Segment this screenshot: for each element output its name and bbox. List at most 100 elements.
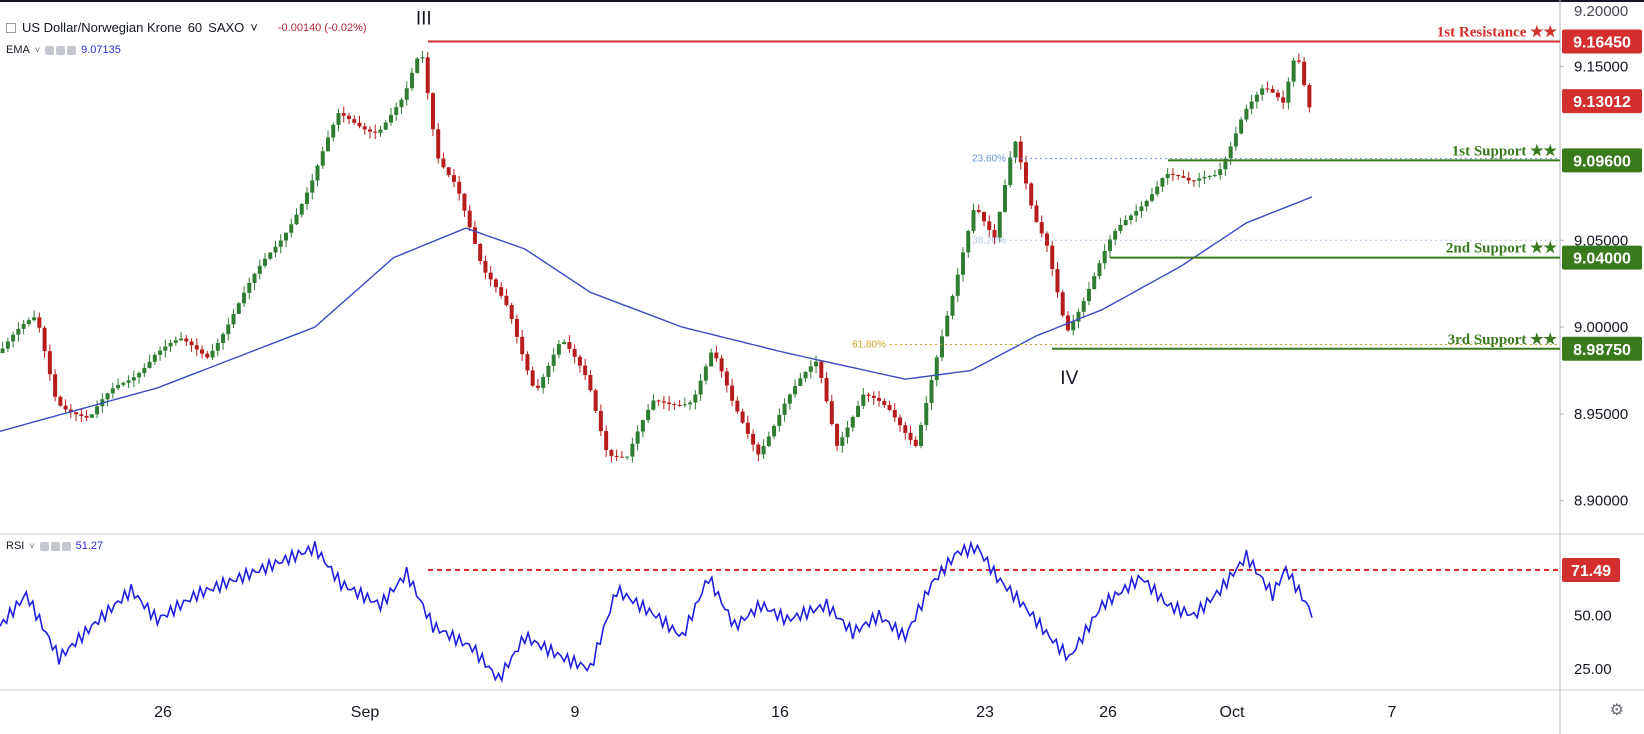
candle bbox=[247, 277, 252, 300]
candle-body bbox=[236, 303, 241, 314]
close-icon[interactable] bbox=[67, 45, 77, 55]
candle-body bbox=[430, 93, 435, 130]
candle bbox=[572, 344, 577, 364]
candle-body bbox=[1044, 233, 1049, 246]
candle-body bbox=[378, 129, 383, 133]
candle-body bbox=[284, 232, 289, 241]
candle-body bbox=[840, 437, 845, 446]
eye-icon[interactable] bbox=[45, 45, 55, 55]
candle-body bbox=[1228, 146, 1233, 159]
candle-body bbox=[856, 405, 861, 417]
candle-body bbox=[961, 252, 966, 275]
candle bbox=[761, 439, 766, 460]
candle bbox=[1270, 85, 1275, 93]
candle-body bbox=[179, 338, 184, 341]
candle-body bbox=[1286, 81, 1291, 103]
candle bbox=[1050, 241, 1055, 276]
candle-body bbox=[493, 279, 498, 288]
candle-body bbox=[1149, 194, 1154, 201]
candle-body bbox=[1170, 174, 1175, 176]
candle bbox=[919, 422, 924, 449]
candle bbox=[751, 429, 756, 452]
candle bbox=[782, 398, 787, 422]
candle-body bbox=[131, 377, 136, 381]
candle-body bbox=[11, 334, 16, 342]
candle-body bbox=[630, 443, 635, 457]
chevron-down-icon[interactable]: ˅ bbox=[29, 541, 34, 551]
candle bbox=[1191, 179, 1196, 187]
time-axis-label: 7 bbox=[1388, 704, 1397, 721]
rsi-label[interactable]: RSI bbox=[6, 540, 24, 552]
eye-icon[interactable] bbox=[39, 541, 49, 551]
collapse-icon[interactable] bbox=[6, 22, 16, 33]
candle-body bbox=[346, 115, 351, 120]
chevron-down-icon[interactable]: ˅ bbox=[35, 45, 40, 55]
ema-label[interactable]: EMA bbox=[6, 44, 30, 56]
settings-icon[interactable] bbox=[50, 541, 60, 551]
candle-body bbox=[619, 456, 624, 458]
time-axis-label: Oct bbox=[1220, 704, 1245, 721]
candle-body bbox=[226, 324, 231, 335]
candle bbox=[934, 354, 939, 387]
candle-body bbox=[362, 126, 367, 130]
candle bbox=[1018, 136, 1023, 170]
candle-body bbox=[404, 88, 409, 100]
time-axis-label: 9 bbox=[571, 704, 580, 721]
candle-body bbox=[74, 412, 79, 415]
candle bbox=[824, 372, 829, 404]
chart-canvas: 8.900008.950009.000009.050009.150009.200… bbox=[0, 0, 1644, 734]
candle-body bbox=[451, 175, 456, 182]
candle-body bbox=[861, 394, 866, 406]
candle-body bbox=[1202, 176, 1207, 179]
candle bbox=[268, 252, 273, 261]
candle bbox=[593, 388, 598, 413]
candle bbox=[242, 286, 247, 307]
indicator-controls[interactable] bbox=[39, 541, 71, 551]
candle-body bbox=[278, 240, 283, 247]
candle bbox=[987, 215, 992, 237]
candle bbox=[1113, 228, 1118, 246]
settings-icon[interactable] bbox=[56, 45, 66, 55]
candle-body bbox=[845, 427, 850, 438]
close-icon[interactable] bbox=[61, 541, 71, 551]
candle bbox=[299, 202, 304, 218]
candle-body bbox=[976, 210, 981, 213]
rsi-marker-label: 71.49 bbox=[1571, 563, 1611, 580]
candle-body bbox=[1081, 301, 1086, 312]
candle-body bbox=[966, 230, 971, 253]
candle bbox=[609, 449, 614, 463]
ema-legend: EMA ˅ 9.07135 bbox=[6, 44, 121, 56]
gear-icon[interactable]: ⚙ bbox=[1610, 700, 1624, 720]
candle-body bbox=[1071, 321, 1076, 331]
candle bbox=[719, 355, 724, 378]
candle-body bbox=[247, 282, 252, 293]
candle bbox=[1170, 168, 1175, 182]
candle-body bbox=[0, 348, 5, 354]
candle-body bbox=[751, 433, 756, 445]
candle bbox=[504, 289, 509, 307]
candle-body bbox=[425, 57, 430, 94]
candle-body bbox=[614, 455, 619, 457]
candle bbox=[1239, 117, 1244, 135]
candle-body bbox=[1181, 176, 1186, 178]
interval-label[interactable]: 60 bbox=[188, 20, 202, 35]
candle-body bbox=[1086, 289, 1091, 302]
candle-body bbox=[572, 348, 577, 357]
candle-body bbox=[310, 180, 315, 193]
candle bbox=[840, 431, 845, 453]
candle bbox=[1149, 187, 1154, 203]
candle-body bbox=[1013, 141, 1018, 158]
candle bbox=[520, 329, 525, 361]
candle bbox=[126, 375, 131, 388]
candle-body bbox=[478, 243, 483, 261]
candle bbox=[913, 436, 918, 448]
candle bbox=[1081, 297, 1086, 319]
chevron-down-icon[interactable]: ˅ bbox=[250, 20, 258, 35]
indicator-controls[interactable] bbox=[45, 45, 77, 55]
candle-body bbox=[877, 397, 882, 401]
candle-body bbox=[556, 344, 561, 355]
symbol-name[interactable]: US Dollar/Norwegian Krone bbox=[22, 20, 182, 35]
candle-body bbox=[336, 113, 341, 125]
candle bbox=[21, 319, 26, 335]
candle bbox=[709, 348, 714, 367]
